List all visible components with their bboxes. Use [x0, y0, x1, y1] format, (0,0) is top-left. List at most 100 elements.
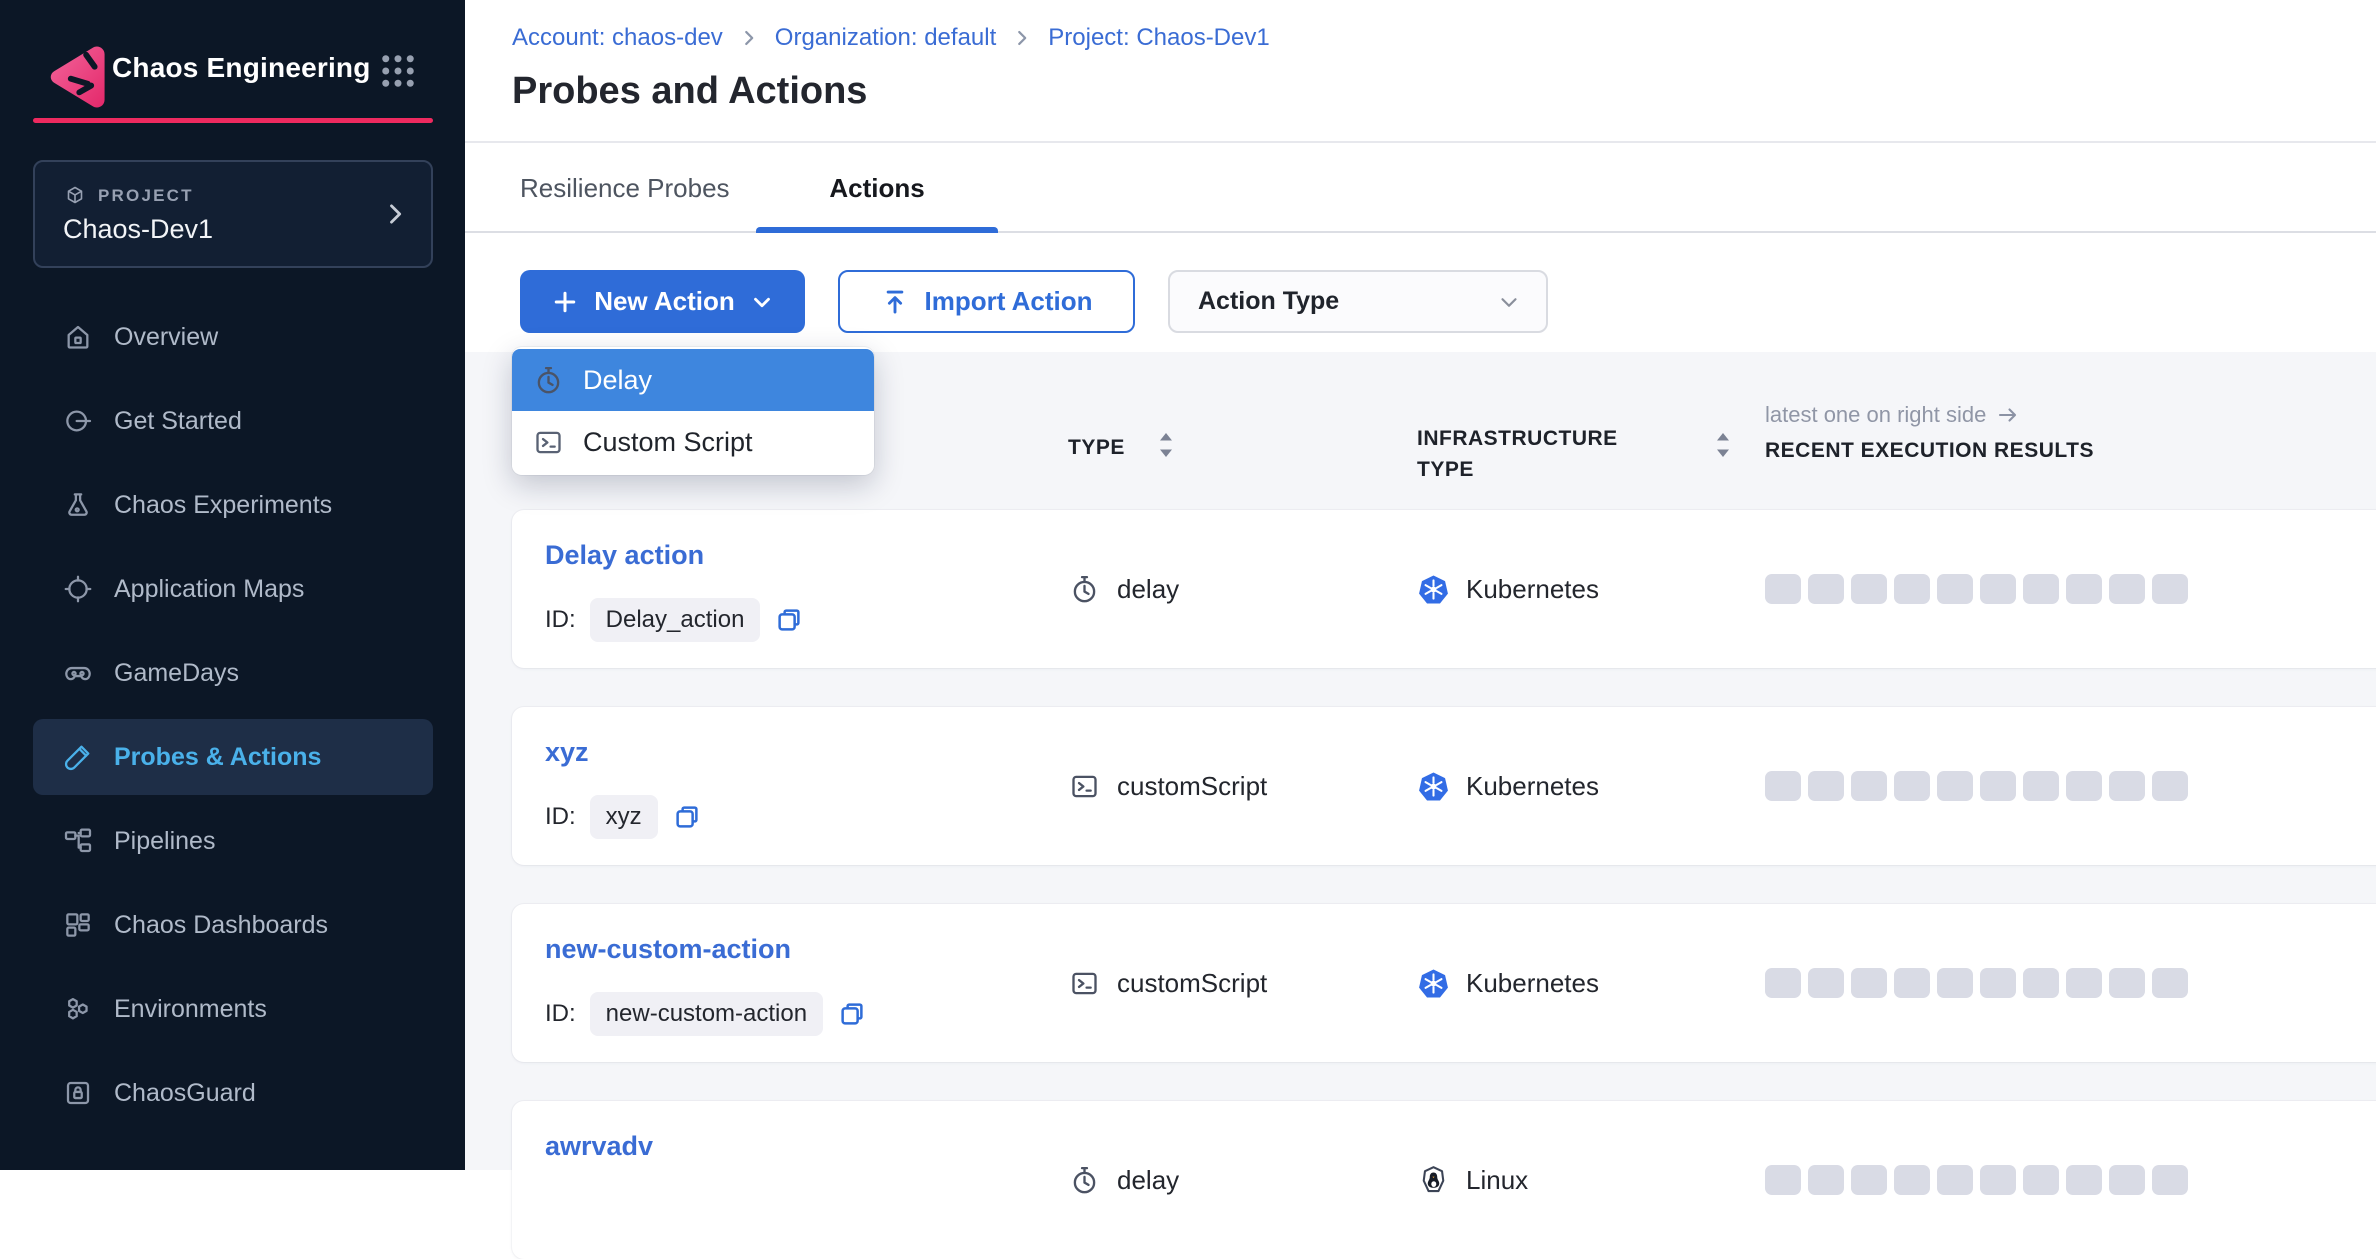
page-title: Probes and Actions: [512, 70, 867, 113]
import-icon: [880, 287, 910, 317]
sidebar-item-chaos-dashboards[interactable]: Chaos Dashboards: [0, 883, 465, 967]
execution-result-placeholder: [1765, 968, 1801, 998]
sidebar-item-label: Application Maps: [114, 575, 304, 604]
infrastructure-cell: Linux: [1417, 1101, 1528, 1259]
execution-result-placeholder: [2066, 574, 2102, 604]
active-tab-underline: [756, 227, 998, 233]
sidebar-item-label: Chaos Dashboards: [114, 911, 328, 940]
table-row: xyz ID: xyz customScript Kubernetes: [512, 707, 2376, 865]
sort-icon[interactable]: [1155, 430, 1177, 460]
execution-result-placeholder: [1894, 771, 1930, 801]
execution-result-placeholder: [2066, 771, 2102, 801]
breadcrumb-link[interactable]: Project: Chaos-Dev1: [1048, 24, 1269, 52]
tab-bar: Resilience Probes Actions: [465, 143, 2376, 233]
breadcrumb-link[interactable]: Account: chaos-dev: [512, 24, 723, 52]
module-grid-menu-icon[interactable]: [377, 50, 419, 92]
action-id-chip: Delay_action: [590, 598, 761, 642]
recent-execution-results: [1765, 574, 2188, 604]
execution-result-placeholder: [2152, 574, 2188, 604]
execution-result-placeholder: [2066, 968, 2102, 998]
main-content: Account: chaos-dev Organization: default P…: [465, 0, 2376, 1170]
sidebar-item-chaos-experiments[interactable]: Chaos Experiments: [0, 463, 465, 547]
infrastructure-cell: Kubernetes: [1417, 707, 1599, 865]
sidebar-item-gamedays[interactable]: GameDays: [0, 631, 465, 715]
chevron-right-icon: [738, 27, 760, 49]
sidebar-item-label: Environments: [114, 995, 267, 1024]
project-cube-icon: [63, 184, 87, 208]
chevron-right-icon: [1011, 27, 1033, 49]
sidebar-item-label: Overview: [114, 323, 218, 352]
execution-result-placeholder: [2152, 968, 2188, 998]
type-cell: customScript: [1068, 904, 1267, 1062]
sort-icon[interactable]: [1712, 430, 1734, 460]
sidebar-item-label: ChaosGuard: [114, 1079, 256, 1108]
execution-result-placeholder: [1937, 771, 1973, 801]
sidebar-nav: Overview Get Started Chaos Experiments A…: [0, 295, 465, 1135]
copy-id-button[interactable]: [774, 605, 804, 635]
type-cell: customScript: [1068, 707, 1267, 865]
sidebar-item-label: Probes & Actions: [114, 743, 321, 772]
execution-result-placeholder: [1894, 574, 1930, 604]
menu-item-delay[interactable]: Delay: [512, 349, 874, 411]
execution-result-placeholder: [1808, 771, 1844, 801]
get-started-icon: [62, 405, 94, 437]
harness-chaos-logo-icon: [40, 36, 122, 116]
execution-result-placeholder: [1980, 574, 2016, 604]
kubernetes-icon: [1417, 770, 1450, 803]
recent-execution-results: [1765, 771, 2188, 801]
sidebar-item-environments[interactable]: Environments: [0, 967, 465, 1051]
dashboards-icon: [62, 909, 94, 941]
execution-result-placeholder: [1851, 574, 1887, 604]
execution-result-placeholder: [1980, 968, 2016, 998]
action-name-link[interactable]: xyz: [545, 737, 589, 768]
application-maps-icon: [62, 573, 94, 605]
infrastructure-cell: Kubernetes: [1417, 904, 1599, 1062]
copy-id-button[interactable]: [837, 999, 867, 1029]
kubernetes-icon: [1417, 967, 1450, 1000]
new-action-button[interactable]: New Action: [520, 270, 805, 333]
brand-divider: [33, 118, 433, 123]
kubernetes-icon: [1417, 573, 1450, 606]
terminal-icon: [532, 426, 565, 459]
action-type-filter-value: Action Type: [1198, 287, 1339, 316]
chevron-down-icon: [1496, 289, 1522, 315]
copy-id-button[interactable]: [672, 802, 702, 832]
sidebar-item-application-maps[interactable]: Application Maps: [0, 547, 465, 631]
stopwatch-icon: [1068, 1164, 1101, 1197]
action-name-link[interactable]: new-custom-action: [545, 934, 791, 965]
sidebar-item-overview[interactable]: Overview: [0, 295, 465, 379]
menu-item-label: Delay: [583, 365, 652, 396]
sidebar-item-label: Get Started: [114, 407, 242, 436]
breadcrumb-link[interactable]: Organization: default: [775, 24, 996, 52]
execution-result-placeholder: [1937, 574, 1973, 604]
project-selector[interactable]: PROJECT Chaos-Dev1: [33, 160, 433, 268]
type-cell: delay: [1068, 1101, 1179, 1259]
tab-resilience-probes[interactable]: Resilience Probes: [520, 173, 730, 204]
tab-actions[interactable]: Actions: [756, 173, 998, 204]
execution-result-placeholder: [1937, 968, 1973, 998]
action-name-link[interactable]: awrvadv: [545, 1131, 653, 1162]
action-type-filter[interactable]: Action Type: [1168, 270, 1548, 333]
sidebar-item-pipelines[interactable]: Pipelines: [0, 799, 465, 883]
execution-result-placeholder: [2109, 771, 2145, 801]
execution-result-placeholder: [1851, 771, 1887, 801]
execution-result-placeholder: [2109, 968, 2145, 998]
execution-result-placeholder: [1765, 771, 1801, 801]
sidebar-item-chaosguard[interactable]: ChaosGuard: [0, 1051, 465, 1135]
chaosguard-icon: [62, 1077, 94, 1109]
sidebar-item-label: Pipelines: [114, 827, 215, 856]
stopwatch-icon: [532, 364, 565, 397]
menu-item-custom-script[interactable]: Custom Script: [512, 411, 874, 473]
import-action-button[interactable]: Import Action: [838, 270, 1135, 333]
recent-execution-results: [1765, 968, 2188, 998]
sidebar: Chaos Engineering PROJECT Chaos-Dev1 Ove…: [0, 0, 465, 1170]
terminal-icon: [1068, 770, 1101, 803]
sidebar-item-probes-actions[interactable]: Probes & Actions: [0, 715, 465, 799]
probes-actions-icon: [62, 741, 94, 773]
execution-result-placeholder: [1765, 574, 1801, 604]
action-id: ID: xyz: [545, 795, 702, 839]
id-label: ID:: [545, 803, 576, 831]
column-header-type: TYPE: [1068, 436, 1125, 460]
action-name-link[interactable]: Delay action: [545, 540, 704, 571]
sidebar-item-get-started[interactable]: Get Started: [0, 379, 465, 463]
